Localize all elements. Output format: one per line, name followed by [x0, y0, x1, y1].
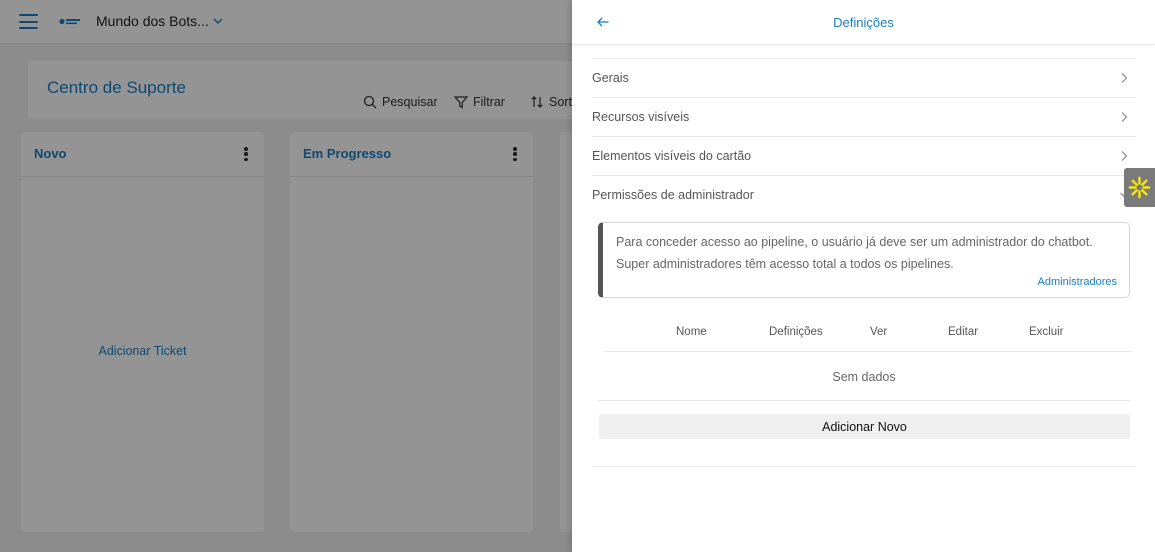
column-header-excluir[interactable]: Excluir: [1029, 326, 1064, 338]
column-header-ver[interactable]: Ver: [870, 326, 887, 338]
info-box: Para conceder acesso ao pipeline, o usuá…: [598, 222, 1130, 298]
section-permissoes-admin[interactable]: Permissões de administrador: [592, 175, 1136, 214]
section-label: Permissões de administrador: [592, 188, 754, 202]
section-label: Recursos visíveis: [592, 110, 690, 124]
chevron-right-icon: [1121, 73, 1128, 83]
column-header-editar[interactable]: Editar: [948, 326, 978, 338]
add-new-button[interactable]: Adicionar Novo: [599, 414, 1130, 439]
section-label: Elementos visíveis do cartão: [592, 149, 752, 163]
column-header-nome[interactable]: Nome: [676, 326, 707, 338]
section-elementos-visiveis[interactable]: Elementos visíveis do cartão: [592, 136, 1136, 175]
chevron-right-icon: [1121, 151, 1128, 161]
section-gerais[interactable]: Gerais: [592, 58, 1136, 97]
section-divider: [592, 466, 1136, 467]
section-label: Gerais: [592, 71, 629, 85]
drawer-header: Definições: [572, 0, 1155, 45]
table-divider: [598, 400, 1130, 401]
info-text: Para conceder acesso ao pipeline, o usuá…: [616, 235, 1093, 271]
settings-drawer: Definições Gerais Recursos visíveis Elem…: [572, 0, 1155, 552]
modal-overlay[interactable]: [0, 0, 572, 552]
empty-state-text: Sem dados: [832, 370, 896, 384]
chevron-right-icon: [1121, 112, 1128, 122]
column-header-definicoes[interactable]: Definições: [769, 326, 823, 338]
help-widget[interactable]: [1124, 168, 1155, 207]
administradores-link[interactable]: Administradores: [1038, 276, 1117, 288]
table-divider: [604, 351, 1132, 352]
drawer-title: Definições: [833, 15, 894, 30]
section-recursos-visiveis[interactable]: Recursos visíveis: [592, 97, 1136, 136]
flower-icon: [1128, 176, 1151, 199]
